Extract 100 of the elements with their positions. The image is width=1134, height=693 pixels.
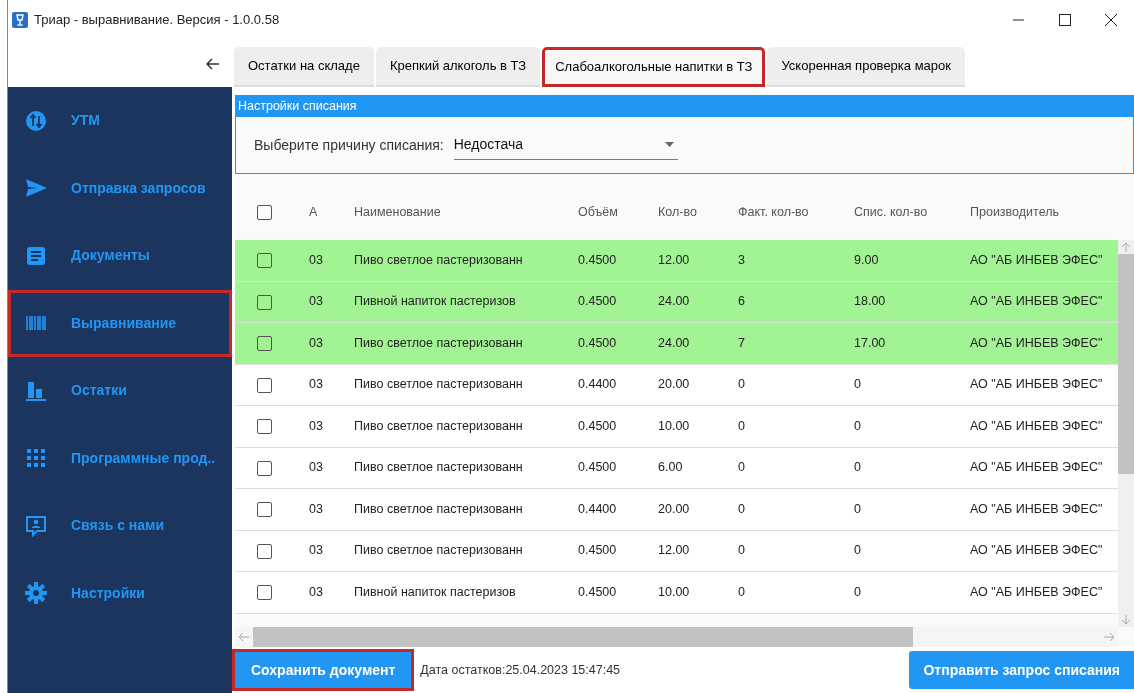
back-arrow-button[interactable] (206, 57, 220, 70)
table-row[interactable]: 03 Пиво светлое пастеризованн 0.4500 12.00 3 9.00 АО "АБ ИНБЕВ ЭФЕС" (235, 240, 1118, 282)
horizontal-scrollbar[interactable] (235, 627, 1118, 647)
app-logo-icon (12, 12, 28, 28)
row-checkbox[interactable] (257, 294, 272, 310)
table-cell: 0.4500 (578, 543, 617, 558)
sidebar-item[interactable]: Документы (8, 222, 232, 290)
table-cell: 0 (738, 543, 745, 558)
tab[interactable]: Остатки на складе (234, 47, 374, 87)
table-cell: 0.4500 (578, 294, 617, 309)
table-cell: 6 (738, 294, 745, 309)
table-cell: 03 (309, 294, 323, 309)
document-icon (25, 244, 47, 267)
row-checkbox[interactable] (257, 253, 272, 269)
column-header[interactable]: Производитель (970, 202, 1134, 222)
table-cell: 10.00 (658, 584, 690, 599)
table-cell: 0 (854, 501, 861, 516)
table-cell: Пиво светлое пастеризованн (354, 501, 523, 516)
column-header[interactable]: А (309, 202, 354, 222)
window-title: Триар - выравнивание. Версия - 1.0.0.58 (34, 11, 280, 30)
table-cell: 0.4500 (578, 335, 617, 350)
table-row[interactable]: 03 Пиво светлое пастеризованн 0.4500 12.00 0 0 АО "АБ ИНБЕВ ЭФЕС" (235, 530, 1118, 572)
table-cell: 0 (854, 460, 861, 475)
table-row[interactable]: 03 Пиво светлое пастеризованн 0.4400 20.00 0 0 АО "АБ ИНБЕВ ЭФЕС" (235, 489, 1118, 531)
table-cell: Пиво светлое пастеризованн (354, 460, 523, 475)
sidebar-item[interactable]: Настройки (8, 559, 232, 627)
table-cell: 17.00 (854, 335, 886, 350)
table-cell: 10.00 (658, 418, 690, 433)
table-cell: 12.00 (658, 252, 690, 267)
bar-chart-icon (25, 379, 47, 402)
table-cell: 0 (854, 584, 861, 599)
row-checkbox[interactable] (257, 377, 272, 393)
row-checkbox[interactable] (257, 419, 272, 435)
table-cell: 0 (738, 377, 745, 392)
row-checkbox[interactable] (257, 460, 272, 476)
column-header[interactable]: Кол-во (658, 202, 738, 222)
table-row[interactable]: 03 Пиво светлое пастеризованн 0.4500 24.00 7 17.00 АО "АБ ИНБЕВ ЭФЕС" (235, 323, 1118, 365)
table-row[interactable]: 03 Пиво светлое пастеризованн 0.4500 10.00 0 0 АО "АБ ИНБЕВ ЭФЕС" (235, 406, 1118, 448)
table-cell: Пиво светлое пастеризованн (354, 252, 523, 267)
circle-arrows-icon (25, 109, 47, 132)
scroll-thumb[interactable] (253, 627, 913, 647)
table-cell: 18.00 (854, 294, 886, 309)
table-cell: 0.4400 (578, 377, 617, 392)
table-row[interactable]: 03 Пивной напиток пастеризов 0.4500 24.00 6 18.00 АО "АБ ИНБЕВ ЭФЕС" (235, 281, 1118, 323)
table-cell: АО "АБ ИНБЕВ ЭФЕС" (970, 460, 1103, 475)
table-row[interactable]: 03 Пиво светлое пастеризованн 0.4400 20.00 0 0 АО "АБ ИНБЕВ ЭФЕС" (235, 364, 1118, 406)
table-cell: 0.4500 (578, 418, 617, 433)
table-cell: 0.4500 (578, 252, 617, 267)
table-cell: 0 (854, 418, 861, 433)
column-header[interactable]: Спис. кол-во (854, 202, 970, 222)
reason-label: Выберите причину списания: (254, 135, 444, 155)
dropdown-caret-icon (664, 142, 674, 147)
row-checkbox[interactable] (257, 502, 272, 518)
vertical-scrollbar[interactable] (1118, 240, 1134, 627)
row-checkbox[interactable] (257, 585, 272, 601)
table-cell: 20.00 (658, 377, 690, 392)
tab[interactable]: Крепкий алкоголь в ТЗ (375, 47, 541, 87)
scroll-thumb[interactable] (1118, 254, 1134, 474)
sidebar-item[interactable]: УТМ (8, 87, 232, 155)
table-cell: 3 (738, 252, 745, 267)
table-cell: АО "АБ ИНБЕВ ЭФЕС" (970, 335, 1103, 350)
reason-dropdown[interactable]: Недостача (453, 130, 678, 160)
table-cell: Пивной напиток пастеризов (354, 584, 516, 599)
settings-icon (25, 582, 47, 605)
table-cell: 7 (738, 335, 745, 350)
table-cell: АО "АБ ИНБЕВ ЭФЕС" (970, 584, 1103, 599)
table-cell: 03 (309, 501, 323, 516)
table-cell: 24.00 (658, 294, 690, 309)
close-icon (1105, 14, 1117, 26)
sidebar-item[interactable]: Связь с нами (8, 492, 232, 560)
table-cell: 03 (309, 460, 323, 475)
table-cell: АО "АБ ИНБЕВ ЭФЕС" (970, 252, 1103, 267)
select-all-checkbox[interactable] (257, 204, 272, 220)
tab[interactable]: Ускоренная проверка марок (767, 47, 965, 87)
settings-header: Настройки списания (235, 95, 1134, 117)
table-cell: 03 (309, 543, 323, 558)
table-cell: Пиво светлое пастеризованн (354, 543, 523, 558)
column-header[interactable]: Наименование (354, 202, 578, 222)
sidebar-item[interactable]: Остатки (8, 357, 232, 425)
sidebar-item[interactable]: Программные прод.. (8, 424, 232, 492)
table-cell: 0.4500 (578, 584, 617, 599)
row-checkbox[interactable] (257, 336, 272, 352)
column-header[interactable]: Факт. кол-во (738, 202, 854, 222)
chat-person-icon (25, 514, 47, 537)
table-cell: АО "АБ ИНБЕВ ЭФЕС" (970, 543, 1103, 558)
table-cell: Пиво светлое пастеризованн (354, 377, 523, 392)
table-row[interactable]: 03 Пиво светлое пастеризованн 0.4500 6.00 0 0 АО "АБ ИНБЕВ ЭФЕС" (235, 447, 1118, 489)
sidebar-item[interactable]: Выравнивание (8, 289, 232, 357)
column-header[interactable]: Объём (578, 202, 658, 222)
maximize-icon (1059, 14, 1071, 26)
row-checkbox[interactable] (257, 543, 272, 559)
table-cell: 12.00 (658, 543, 690, 558)
table-cell: 6.00 (658, 460, 683, 475)
sidebar-item[interactable]: Отправка запросов (8, 154, 232, 222)
table-cell: 03 (309, 584, 323, 599)
send-icon (25, 177, 47, 200)
table-row[interactable]: 03 Пивной напиток пастеризов 0.4500 10.00 0 0 АО "АБ ИНБЕВ ЭФЕС" (235, 572, 1118, 614)
tab[interactable]: Слабоалкогольные напитки в ТЗ (542, 47, 766, 87)
stock-date-text: Дата остатков:25.04.2023 15:47:45 (420, 661, 621, 679)
table-cell: АО "АБ ИНБЕВ ЭФЕС" (970, 418, 1103, 433)
